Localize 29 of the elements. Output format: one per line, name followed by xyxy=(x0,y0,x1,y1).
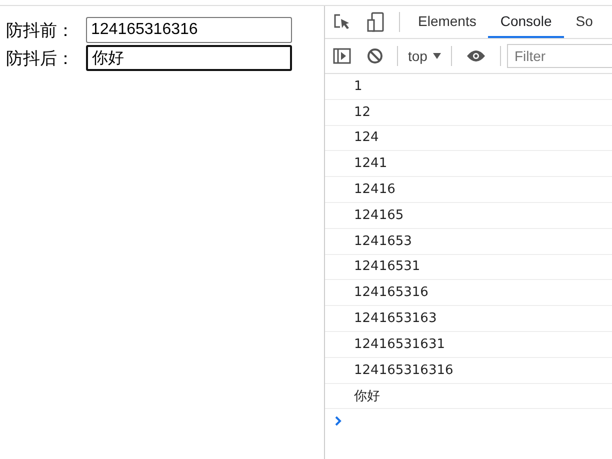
context-dropdown[interactable]: top xyxy=(404,48,446,64)
log-message: 12416531 xyxy=(354,259,420,274)
log-message: 12416531631 xyxy=(354,336,445,352)
field-label: 防抖前： xyxy=(6,20,75,42)
input-field[interactable]: 你好 xyxy=(86,45,292,71)
input-field[interactable]: 124165316316 xyxy=(86,17,292,43)
log-message: 1241653163 xyxy=(354,311,437,326)
inspect-icon[interactable] xyxy=(333,13,351,31)
filter-field[interactable]: Filter xyxy=(507,44,612,68)
log-message: 124165316316 xyxy=(354,362,454,378)
log-message: 124165 xyxy=(354,208,404,223)
clear-icon[interactable] xyxy=(367,48,383,64)
sidebar-icon[interactable] xyxy=(333,48,351,64)
prompt-chevron-icon[interactable] xyxy=(335,416,342,426)
log-message: 1 xyxy=(354,78,362,94)
log-message: 1241 xyxy=(354,156,388,172)
tab[interactable]: Console xyxy=(488,6,564,38)
log-message: 1241653 xyxy=(354,234,412,249)
log-message: 12 xyxy=(354,104,371,120)
tab[interactable]: Elements xyxy=(406,6,488,38)
eye-icon[interactable] xyxy=(466,49,486,63)
log-message: 124 xyxy=(354,130,379,146)
tab[interactable]: So xyxy=(564,6,605,38)
log-message: 12416 xyxy=(354,182,396,198)
field-label: 防抖后： xyxy=(6,48,75,70)
device-icon[interactable] xyxy=(367,12,385,32)
log-message: 124165316 xyxy=(354,285,428,300)
log-message: 你好 xyxy=(354,388,380,405)
caret-icon xyxy=(433,53,442,59)
